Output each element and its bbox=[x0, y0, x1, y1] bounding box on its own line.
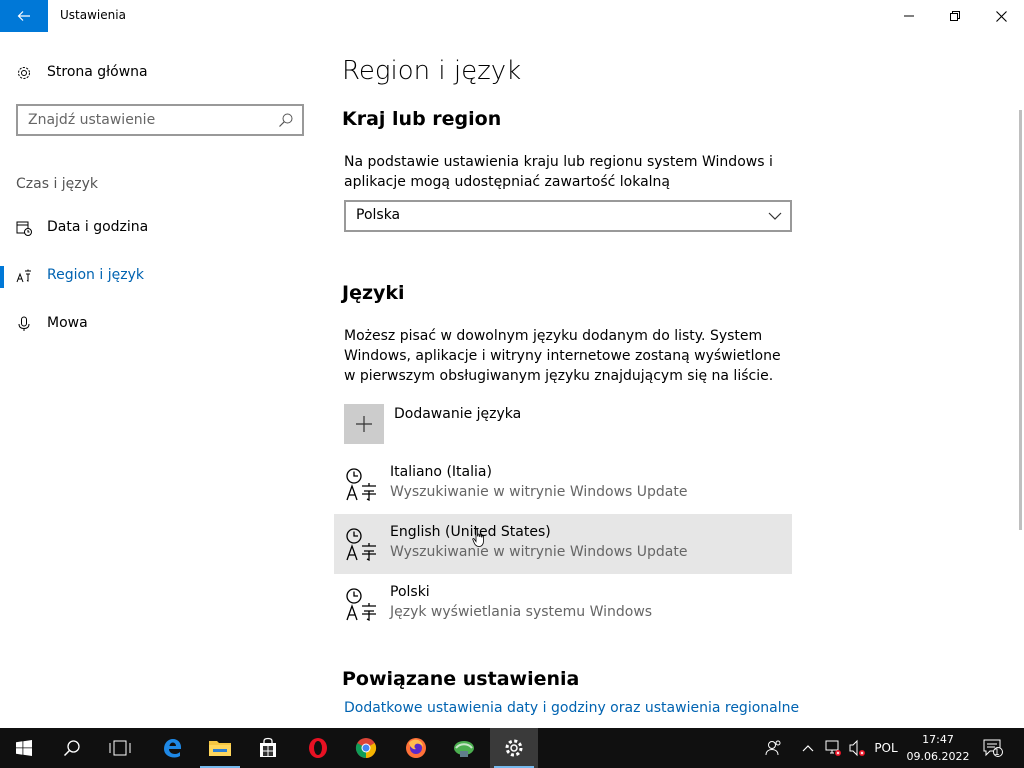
restore-button[interactable] bbox=[932, 0, 978, 32]
chevron-up-icon bbox=[802, 745, 814, 752]
plus-icon bbox=[356, 416, 372, 432]
taskbar-settings[interactable] bbox=[490, 728, 538, 768]
speaker-muted-icon bbox=[849, 739, 865, 757]
close-icon bbox=[995, 10, 1007, 22]
clock[interactable]: 17:47 09.06.2022 bbox=[898, 731, 978, 765]
language-pack-icon bbox=[346, 468, 376, 502]
sidebar-item-home[interactable]: Strona główna bbox=[0, 56, 320, 90]
people-icon bbox=[765, 740, 781, 756]
language-status: Język wyświetlania systemu Windows bbox=[390, 604, 653, 620]
task-view-icon bbox=[109, 740, 131, 756]
country-select[interactable]: Polska bbox=[344, 200, 792, 232]
main-content: Region i język Kraj lub region Na podsta… bbox=[334, 32, 1002, 728]
languages-heading: Języki bbox=[342, 282, 405, 304]
back-arrow-icon bbox=[17, 11, 30, 21]
window-title: Ustawienia bbox=[60, 8, 126, 22]
show-hidden-icons-button[interactable] bbox=[798, 728, 818, 768]
back-button[interactable] bbox=[0, 0, 48, 32]
minimize-button[interactable] bbox=[886, 0, 932, 32]
language-item-italian[interactable]: Italiano (Italia) Wyszukiwanie w witryni… bbox=[334, 454, 792, 514]
search-box[interactable] bbox=[16, 104, 304, 136]
microphone-icon bbox=[18, 316, 30, 331]
action-center-button[interactable]: 1 bbox=[978, 728, 1008, 768]
additional-regional-settings-link[interactable]: Dodatkowe ustawienia daty i godziny oraz… bbox=[344, 700, 799, 716]
clock-date: 09.06.2022 bbox=[906, 750, 970, 763]
title-bar: Ustawienia bbox=[0, 0, 1024, 32]
language-name: English (United States) bbox=[390, 524, 551, 540]
sidebar-item-date-time[interactable]: Data i godzina bbox=[0, 208, 320, 248]
search-icon bbox=[63, 740, 80, 757]
page-title: Region i język bbox=[342, 56, 522, 86]
language-status: Wyszukiwanie w witrynie Windows Update bbox=[390, 484, 688, 500]
sidebar-item-region-language[interactable]: Region i język bbox=[0, 256, 320, 296]
edge-icon bbox=[164, 739, 181, 758]
add-language-button[interactable]: Dodawanie języka bbox=[344, 404, 644, 444]
active-indicator bbox=[0, 266, 4, 288]
sidebar-section-header: Czas i język bbox=[16, 176, 99, 192]
language-icon bbox=[16, 269, 31, 283]
add-language-tile bbox=[344, 404, 384, 444]
opera-icon bbox=[309, 738, 327, 758]
gear-icon bbox=[505, 739, 523, 757]
people-button[interactable] bbox=[760, 728, 788, 768]
search-icon[interactable] bbox=[278, 112, 294, 128]
language-item-english[interactable]: English (United States) Wyszukiwanie w w… bbox=[334, 514, 792, 574]
country-select-value: Polska bbox=[356, 207, 401, 223]
country-heading: Kraj lub region bbox=[342, 108, 502, 130]
minimize-icon bbox=[904, 15, 914, 17]
sidebar-item-label: Data i godzina bbox=[47, 219, 149, 235]
network-status-button[interactable] bbox=[822, 728, 844, 768]
language-pack-icon bbox=[346, 588, 376, 622]
mouse-cursor-icon bbox=[472, 528, 484, 547]
store-icon bbox=[260, 737, 276, 757]
language-item-polish[interactable]: Polski Język wyświetlania systemu Window… bbox=[334, 574, 792, 634]
country-description: Na podstawie ustawienia kraju lub region… bbox=[344, 154, 773, 190]
taskbar-file-explorer[interactable] bbox=[196, 728, 244, 768]
taskbar-opera[interactable] bbox=[294, 728, 342, 768]
taskbar: POL 17:47 09.06.2022 1 bbox=[0, 728, 1024, 768]
taskbar-search-button[interactable] bbox=[48, 728, 96, 768]
sidebar: Strona główna Czas i język Data i godzin… bbox=[0, 32, 320, 728]
language-name: Polski bbox=[390, 584, 430, 600]
globe-app-icon bbox=[454, 741, 474, 757]
taskbar-store[interactable] bbox=[244, 728, 292, 768]
scrollbar[interactable] bbox=[1019, 110, 1022, 530]
search-input[interactable] bbox=[18, 106, 268, 134]
language-status: Wyszukiwanie w witrynie Windows Update bbox=[390, 544, 688, 560]
sidebar-home-label: Strona główna bbox=[47, 64, 148, 80]
windows-logo-icon bbox=[16, 740, 32, 756]
chrome-icon bbox=[355, 738, 377, 759]
clock-time: 17:47 bbox=[922, 733, 954, 746]
taskbar-network-app[interactable] bbox=[440, 728, 488, 768]
sidebar-item-speech[interactable]: Mowa bbox=[0, 304, 320, 344]
languages-description: Możesz pisać w dowolnym języku dodanym d… bbox=[344, 328, 781, 384]
language-pack-icon bbox=[346, 528, 376, 562]
language-name: Italiano (Italia) bbox=[390, 464, 492, 480]
sidebar-item-label: Region i język bbox=[47, 267, 144, 283]
start-button[interactable] bbox=[0, 728, 48, 768]
gear-icon bbox=[18, 67, 30, 79]
close-button[interactable] bbox=[978, 0, 1024, 32]
notification-badge: 1 bbox=[994, 748, 1000, 758]
task-view-button[interactable] bbox=[96, 728, 144, 768]
volume-button[interactable] bbox=[846, 728, 868, 768]
sidebar-item-label: Mowa bbox=[47, 315, 88, 331]
add-language-label: Dodawanie języka bbox=[394, 406, 522, 422]
taskbar-edge[interactable] bbox=[148, 728, 196, 768]
taskbar-chrome[interactable] bbox=[342, 728, 390, 768]
restore-icon bbox=[950, 11, 960, 21]
taskbar-firefox[interactable] bbox=[392, 728, 440, 768]
notification-icon bbox=[983, 739, 1003, 757]
calendar-clock-icon bbox=[16, 221, 32, 236]
network-disconnected-icon bbox=[825, 740, 841, 756]
related-settings-heading: Powiązane ustawienia bbox=[342, 668, 580, 690]
chevron-down-icon bbox=[768, 212, 782, 220]
folder-icon bbox=[209, 741, 231, 756]
firefox-icon bbox=[406, 738, 426, 758]
